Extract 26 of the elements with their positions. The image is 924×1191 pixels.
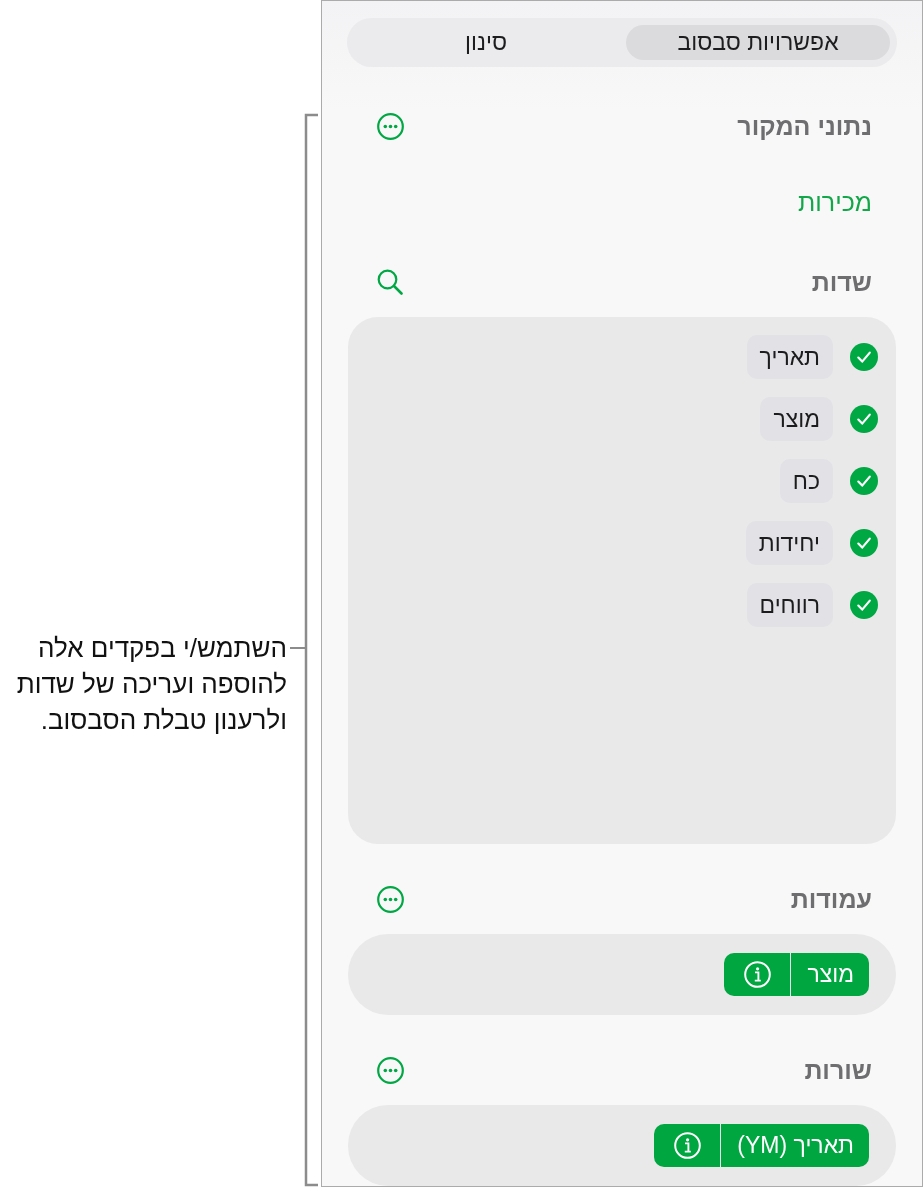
field-chip[interactable]: כח (779, 459, 833, 503)
field-chip[interactable]: יחידות (745, 521, 833, 565)
callout-text: השתמש/י בפקדים אלה להוספה ועריכה של שדות ולרענון טבלת הסבסוב. (15, 632, 287, 737)
info-icon[interactable] (743, 961, 771, 988)
section-title: שורות (804, 1055, 872, 1085)
checkmark-circle-icon[interactable] (850, 591, 878, 619)
field-chip[interactable]: רווחים (746, 583, 833, 627)
info-button[interactable] (654, 1124, 721, 1167)
info-button[interactable] (724, 953, 791, 996)
checkmark-circle-icon[interactable] (850, 343, 878, 371)
segment-tab[interactable]: סינון (354, 25, 618, 60)
checkmark-circle-icon[interactable] (850, 405, 878, 433)
more-icon[interactable] (377, 112, 404, 140)
info-icon[interactable] (673, 1132, 701, 1159)
segment-tab[interactable]: אפשרויות סבסוב (626, 25, 890, 60)
more-icon[interactable] (377, 1056, 404, 1084)
field-chip[interactable]: מוצר (760, 397, 833, 441)
checkmark-circle-icon[interactable] (850, 529, 878, 557)
field-chip[interactable]: תאריך (746, 335, 833, 379)
section-title: נתוני המקור (737, 111, 872, 141)
more-icon[interactable] (377, 885, 404, 913)
leader-line (289, 647, 307, 649)
checkmark-circle-icon[interactable] (850, 467, 878, 495)
search-icon[interactable] (377, 269, 403, 295)
section-title: שדות (811, 267, 872, 297)
section-title: עמודות (790, 884, 872, 914)
